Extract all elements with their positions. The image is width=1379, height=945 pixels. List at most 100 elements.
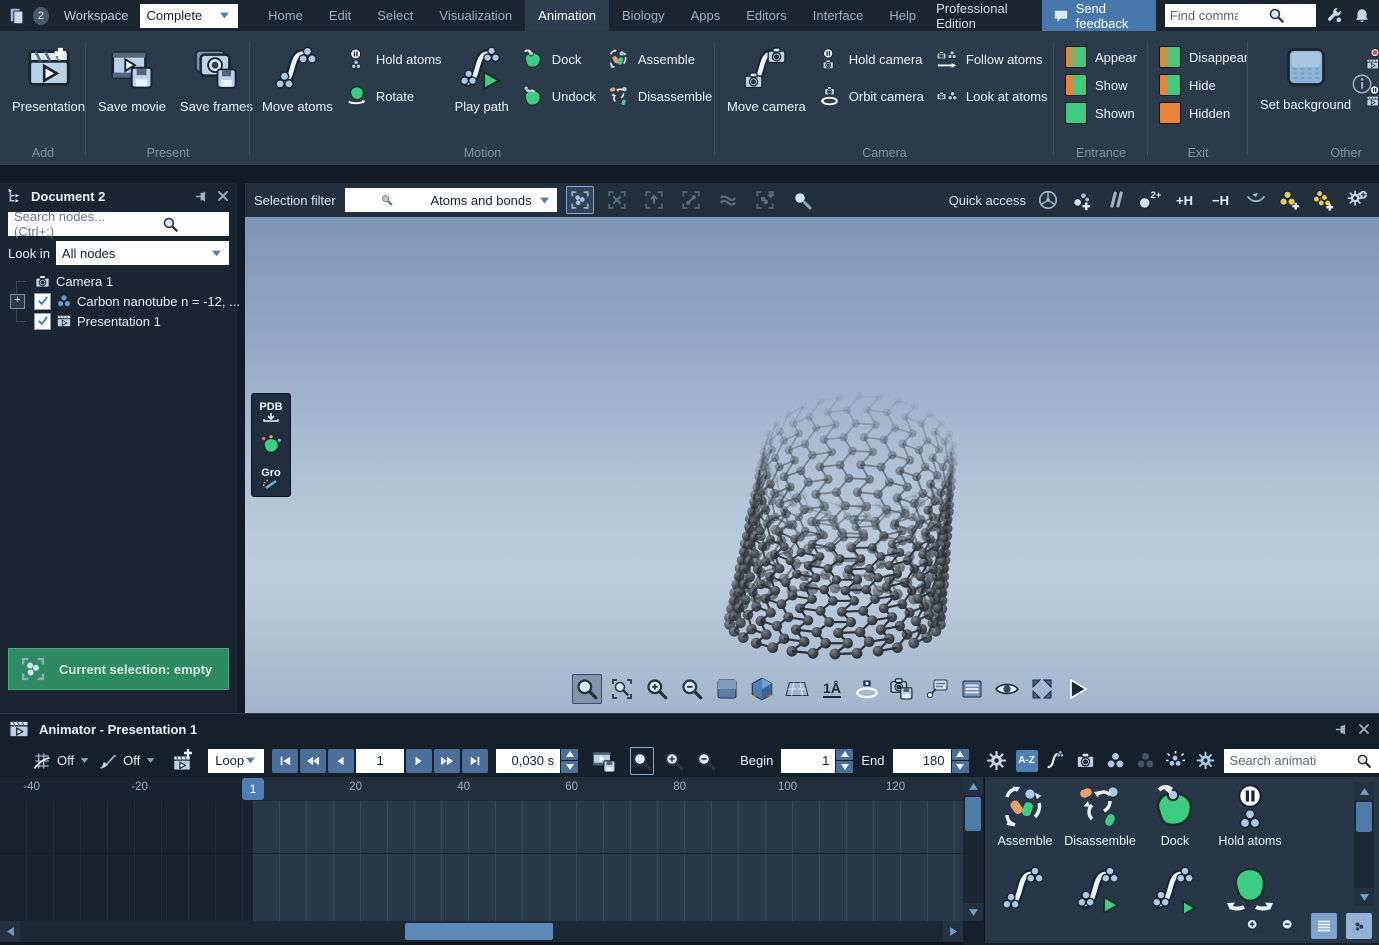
gromacs-setup-button[interactable]: Gro: [254, 463, 288, 493]
follow-atoms-button[interactable]: Follow atoms: [936, 47, 1048, 71]
3d-viewport[interactable]: PDB Gro 1Å: [245, 217, 1379, 713]
bonds-icon[interactable]: [1103, 187, 1128, 213]
search-nodes-input[interactable]: Search nodes... (Ctrl+;): [8, 212, 229, 236]
documents-icon[interactable]: [8, 7, 26, 25]
library-item-dock[interactable]: Dock: [1138, 783, 1212, 848]
shown-button[interactable]: Shown: [1065, 101, 1137, 125]
tab-biology[interactable]: Biology: [609, 0, 678, 31]
tab-help[interactable]: Help: [876, 0, 929, 31]
stop-button[interactable]: Stop: [1364, 47, 1379, 71]
pin-icon[interactable]: [1334, 722, 1349, 737]
close-icon[interactable]: [216, 189, 230, 203]
zoom-select-button[interactable]: [572, 674, 602, 704]
close-icon[interactable]: [1357, 722, 1371, 737]
fast-backward-button[interactable]: [300, 749, 326, 773]
timeline-zoom-out-button[interactable]: [694, 747, 718, 775]
hold-atoms-button[interactable]: Hold atoms: [346, 47, 442, 71]
go-to-end-button[interactable]: [462, 749, 488, 773]
sort-alphabetical-button[interactable]: A-Z: [1016, 750, 1038, 772]
end-frame-spinner[interactable]: 180: [893, 749, 969, 773]
timeline-grid[interactable]: [0, 801, 963, 921]
export-movie-button[interactable]: [591, 748, 617, 774]
filter-settings-icon[interactable]: [1194, 749, 1218, 773]
library-item-play-path[interactable]: [1063, 865, 1137, 913]
show-button[interactable]: Show: [1065, 73, 1137, 97]
filter-atoms-icon[interactable]: [1104, 749, 1128, 773]
scroll-down-arrow[interactable]: [963, 903, 983, 921]
list-view-button[interactable]: [1311, 913, 1337, 939]
look-in-select[interactable]: All nodes: [56, 241, 229, 265]
tree-item-nanotube[interactable]: + Carbon nanotube n = -12, ...: [0, 291, 237, 311]
orbit-view-button[interactable]: [852, 674, 882, 704]
search-animations-input[interactable]: Search animations... (Ctrl+S...: [1224, 749, 1379, 773]
import-pdb-button[interactable]: PDB: [254, 397, 288, 427]
fast-forward-button[interactable]: [434, 749, 460, 773]
assemble-button[interactable]: Assemble: [608, 47, 712, 71]
save-frames-button[interactable]: Save frames: [173, 44, 260, 115]
select-connected-button[interactable]: [677, 186, 705, 214]
play-presentation-button[interactable]: [1062, 674, 1092, 704]
navigation-wheel-icon[interactable]: [1035, 187, 1060, 213]
snap-dropdown[interactable]: Off: [32, 751, 90, 771]
select-similar-button[interactable]: [714, 186, 742, 214]
step-back-button[interactable]: [328, 749, 354, 773]
library-scrollbar[interactable]: [1354, 782, 1374, 906]
add-keyframe-button[interactable]: [170, 749, 194, 773]
workspace-select[interactable]: Complete: [140, 4, 239, 28]
filter-atoms-dim-icon[interactable]: [1134, 749, 1158, 773]
grid-plane-button[interactable]: [782, 674, 812, 704]
presentation-button[interactable]: Presentation: [5, 44, 92, 115]
appear-button[interactable]: Appear: [1065, 45, 1137, 69]
info-icon[interactable]: [1351, 73, 1373, 95]
loop-mode-select[interactable]: Loop: [208, 749, 264, 773]
scrollbar-thumb[interactable]: [405, 923, 553, 940]
move-camera-button[interactable]: Move camera: [720, 44, 813, 115]
rotate-button[interactable]: Rotate: [346, 84, 442, 108]
library-item-move-atoms[interactable]: [988, 865, 1062, 913]
timeline-vertical-scrollbar[interactable]: [963, 777, 983, 921]
add-atoms-icon[interactable]: [1069, 187, 1094, 213]
tab-apps[interactable]: Apps: [678, 0, 734, 31]
tab-visualization[interactable]: Visualization: [426, 0, 525, 31]
filter-motion-icon[interactable]: [1044, 749, 1068, 773]
icon-view-button[interactable]: [1346, 913, 1372, 939]
pin-icon[interactable]: [194, 189, 209, 204]
select-up-button[interactable]: [640, 186, 668, 214]
library-zoom-in-button[interactable]: [1241, 913, 1267, 939]
library-item-rotate[interactable]: [1213, 865, 1287, 913]
tab-edit[interactable]: Edit: [316, 0, 364, 31]
disappear-button[interactable]: Disappear: [1159, 45, 1248, 69]
play-path-button[interactable]: Play path: [448, 44, 516, 115]
undock-button[interactable]: Undock: [522, 84, 596, 108]
zoom-region-button[interactable]: [607, 674, 637, 704]
library-item-assemble[interactable]: Assemble: [988, 783, 1062, 848]
preferences-wrench-icon[interactable]: [1325, 6, 1344, 25]
scroll-down-arrow[interactable]: [1354, 888, 1374, 906]
selection-filter-select[interactable]: Atoms and bonds: [345, 188, 557, 212]
tab-select[interactable]: Select: [364, 0, 426, 31]
background-gradient-button[interactable]: [712, 674, 742, 704]
annotation-button[interactable]: [922, 674, 952, 704]
save-movie-button[interactable]: Save movie: [91, 44, 173, 115]
hide-button[interactable]: Hide: [1159, 73, 1248, 97]
spin-up[interactable]: [952, 749, 969, 761]
scrollbar-thumb[interactable]: [1356, 802, 1372, 832]
visibility-eye-button[interactable]: [992, 674, 1022, 704]
tab-interface[interactable]: Interface: [800, 0, 877, 31]
filter-light-icon[interactable]: [1164, 749, 1188, 773]
step-forward-button[interactable]: [406, 749, 432, 773]
begin-frame-spinner[interactable]: 1: [781, 749, 853, 773]
timeline-ruler[interactable]: 1 -40-2020406080100120: [0, 777, 963, 801]
scrollbar-thumb[interactable]: [965, 797, 981, 831]
library-item-hold-atoms[interactable]: Hold atoms: [1213, 783, 1287, 848]
filter-camera-icon[interactable]: [1074, 749, 1098, 773]
select-all-button[interactable]: [566, 186, 594, 214]
timeline-horizontal-scrollbar[interactable]: [0, 921, 963, 942]
tree-item-camera[interactable]: Camera 1: [0, 271, 237, 291]
notification-badge[interactable]: 2: [33, 7, 49, 25]
set-background-button[interactable]: Set background: [1253, 44, 1358, 113]
look-at-atoms-button[interactable]: Look at atoms: [936, 84, 1048, 108]
timeline-zoom-in-button[interactable]: [662, 747, 686, 775]
zoom-out-button[interactable]: [677, 674, 707, 704]
ion-charge-icon[interactable]: 2+: [1137, 187, 1162, 213]
